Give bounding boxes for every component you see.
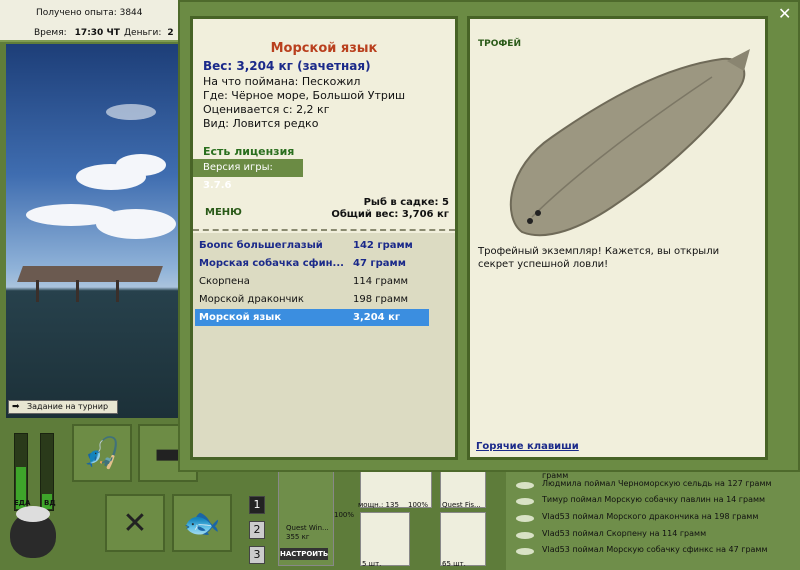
- pier-post: [76, 280, 79, 302]
- catch-list[interactable]: Боопс большеглазый 142 грамм Морская соба…: [193, 233, 455, 457]
- cauldron-icon[interactable]: [10, 506, 56, 558]
- arrow-right-icon: ➡: [12, 402, 20, 412]
- status-bar: Получено опыта: 3844 Время: 17:30 ЧТ День…: [0, 0, 178, 42]
- chat-message: Vlad53 поймал Морского дракончика на 198…: [542, 512, 759, 521]
- fishing-scene[interactable]: [6, 44, 178, 418]
- list-item-selected[interactable]: Морской язык 3,204 кг: [195, 309, 429, 326]
- list-item[interactable]: Скорпена 114 грамм: [195, 273, 429, 290]
- pier-post: [36, 280, 39, 302]
- list-item[interactable]: Морская собачка сфин... 47 грамм: [195, 255, 429, 272]
- sole-fish-image: [509, 49, 750, 237]
- food-button[interactable]: ✕: [105, 494, 165, 552]
- pier-post: [116, 280, 119, 302]
- bait-slot[interactable]: [440, 512, 486, 566]
- rod-name: Quest Win... 355 кг: [286, 524, 329, 541]
- close-icon[interactable]: ✕: [778, 4, 791, 23]
- trophy-card: ТРОФЕЙ Трофейный экземпляр! Кажется, вы …: [467, 16, 768, 460]
- valued-from: Оценивается с: 2,2 кг: [203, 103, 330, 116]
- reel-power: мощн.: 135: [358, 501, 399, 509]
- fishing-rod-icon: 🎣: [83, 435, 121, 471]
- tournament-label: Задание на турнир: [27, 402, 109, 411]
- knife-fork-icon: ✕: [122, 505, 148, 541]
- chat-message: Тимур поймал Морскую собачку павлин на 1…: [542, 495, 766, 504]
- fish-icon: [516, 482, 534, 489]
- fish-details-card: Морской язык Вес: 3,204 кг (зачетная) На…: [190, 16, 458, 460]
- money-label: Деньги:: [124, 28, 162, 38]
- catch-location: Где: Чёрное море, Большой Утриш: [203, 89, 406, 102]
- tackle-button[interactable]: 🎣: [72, 424, 132, 482]
- fish-name: Морской язык: [270, 41, 378, 56]
- money-display: Деньги: 2: [124, 28, 174, 38]
- chat-message: Vlad53 поймал Скорпену на 114 грамм: [542, 529, 707, 538]
- fish-button[interactable]: 🐟: [172, 494, 232, 552]
- keepnet-count: Рыб в садке: 5: [363, 197, 449, 208]
- trophy-message: Трофейный экземпляр! Кажется, вы открыли…: [478, 246, 720, 270]
- chat-message: Людмила поймал Черноморскую сельдь на 12…: [542, 479, 772, 488]
- rod-slot-1[interactable]: 1: [249, 496, 265, 514]
- cloud: [106, 104, 156, 120]
- rod-slot-2[interactable]: 2: [249, 521, 265, 539]
- reel-condition: 100%: [408, 501, 429, 509]
- fish-icon: [516, 515, 534, 522]
- experience-label: Получено опыта: 3844: [36, 8, 143, 18]
- chat-log[interactable]: Людмила поймал Ставриду средиземноморску…: [506, 458, 800, 570]
- hook-slot[interactable]: [360, 512, 410, 566]
- game-version: Версия игры: 3.7.6: [193, 159, 303, 191]
- divider: [193, 229, 455, 231]
- setup-button[interactable]: НАСТРОИТЬ: [280, 548, 328, 560]
- water-label: ВД: [44, 499, 56, 507]
- line-name: Quest Fis...: [442, 501, 481, 509]
- list-item[interactable]: Боопс большеглазый 142 грамм: [195, 237, 429, 254]
- fish-rarity: Вид: Ловится редко: [203, 117, 319, 130]
- bait-count: 65 шт.: [442, 560, 466, 568]
- rod-slot-3[interactable]: 3: [249, 546, 265, 564]
- fish-icon: [516, 498, 534, 505]
- fish-icon: [516, 548, 534, 555]
- hotkeys-link[interactable]: Горячие клавиши: [476, 441, 579, 452]
- fish-icon: 🐟: [183, 505, 221, 541]
- tournament-task-button[interactable]: ➡ Задание на турнир: [8, 400, 118, 414]
- license-status: Есть лицензия: [203, 145, 295, 158]
- total-weight: Общий вес: 3,706 кг: [331, 209, 449, 220]
- hook-count: 5 шт.: [362, 560, 382, 568]
- cloud: [96, 209, 176, 239]
- fish-weight: Вес: 3,204 кг (зачетная): [203, 59, 371, 73]
- chat-message: Vlad53 поймал Морскую собачку сфинкс на …: [542, 545, 768, 554]
- money-value: 2: [167, 28, 174, 38]
- time-display: Время: 17:30 ЧТ: [34, 28, 120, 38]
- cloud: [116, 154, 166, 176]
- menu-button[interactable]: МЕНЮ: [205, 207, 242, 218]
- rod-condition: 100%: [334, 511, 355, 519]
- list-item[interactable]: Морской дракончик 198 грамм: [195, 291, 429, 308]
- fish-icon: [516, 532, 534, 539]
- caught-on: На что поймана: Пескожил: [203, 75, 361, 88]
- time-label: Время:: [34, 28, 67, 38]
- time-value: 17:30 ЧТ: [74, 28, 120, 38]
